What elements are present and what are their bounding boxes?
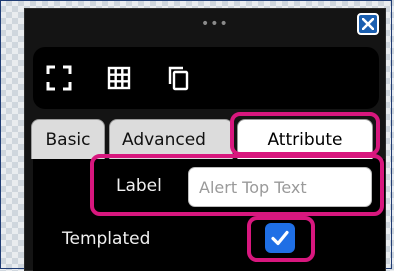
tab-basic[interactable]: Basic xyxy=(31,119,105,159)
label-caption: Label xyxy=(116,176,162,196)
label-input[interactable] xyxy=(188,167,372,207)
tab-label: Advanced xyxy=(122,129,206,150)
grid-button[interactable] xyxy=(105,64,133,92)
toolbar xyxy=(33,47,379,109)
tab-label: Basic xyxy=(45,129,91,150)
checkmark-icon xyxy=(271,230,289,246)
copy-button[interactable] xyxy=(165,64,193,92)
fullscreen-icon xyxy=(46,65,72,91)
tab-advanced[interactable]: Advanced xyxy=(109,119,233,159)
grid-icon xyxy=(107,66,131,90)
templated-checkbox[interactable] xyxy=(265,223,295,253)
tab-attribute[interactable]: Attribute xyxy=(237,119,373,159)
close-button[interactable] xyxy=(357,13,379,35)
tab-label: Attribute xyxy=(267,129,343,150)
close-icon xyxy=(362,18,374,30)
templated-caption: Templated xyxy=(62,229,151,249)
copy-icon xyxy=(168,66,189,91)
fullscreen-button[interactable] xyxy=(45,64,73,92)
drag-handle[interactable]: ••• xyxy=(201,17,229,31)
